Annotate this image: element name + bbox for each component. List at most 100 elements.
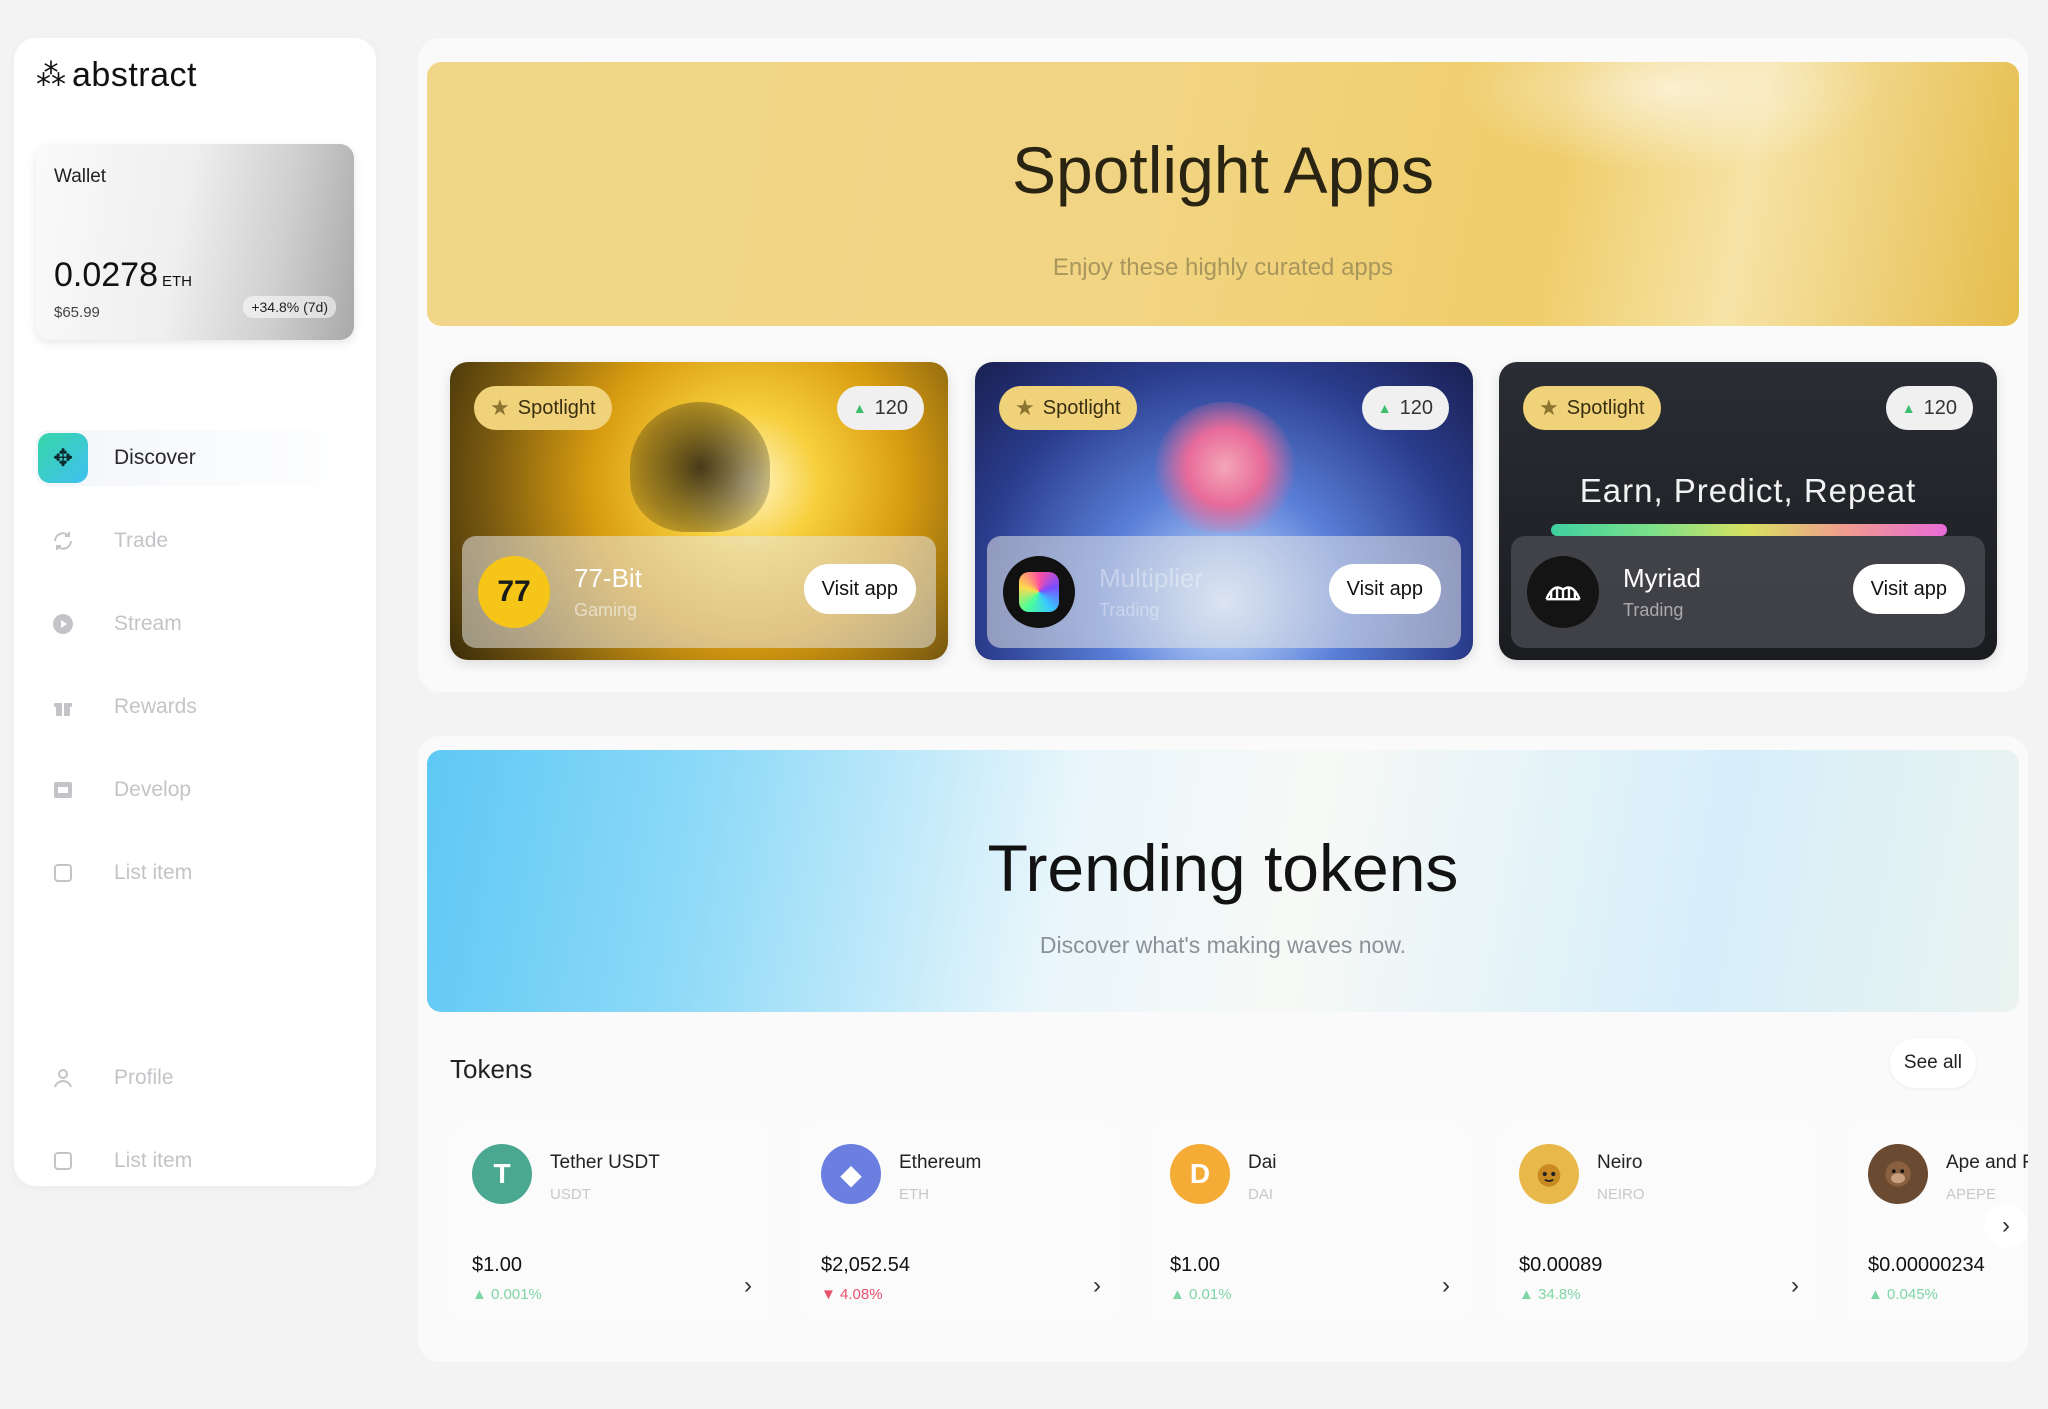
wallet-card[interactable]: Wallet 0.0278 ETH $65.99 +34.8% (7d) — [36, 144, 354, 340]
upvote-icon: ▲ — [1901, 400, 1916, 416]
logo[interactable]: ⁂ abstract — [36, 56, 197, 95]
token-symbol: DAI — [1248, 1186, 1274, 1203]
token-change: ▲ 34.8% — [1519, 1286, 1581, 1303]
star-icon: ★ — [490, 395, 510, 420]
token-name: Neiro — [1597, 1152, 1643, 1173]
wallet-amount: 0.0278 — [54, 256, 158, 294]
abstract-logo-icon: ⁂ — [36, 58, 66, 92]
token-change: ▲ 0.045% — [1868, 1286, 1938, 1303]
app-category: Trading — [1623, 600, 1684, 620]
token-change: ▼ 4.08% — [821, 1286, 883, 1303]
gift-icon — [38, 682, 88, 732]
spotlight-section: Spotlight Apps Enjoy these highly curate… — [418, 38, 2028, 692]
ethereum-icon: ◆ — [821, 1144, 881, 1204]
spotlight-badge: ★ Spotlight — [474, 386, 612, 430]
nav-label-stream: Stream — [114, 612, 182, 635]
app-card-multiplier[interactable]: ★ Spotlight ▲ 120 Multiplier Trading Vis… — [975, 362, 1473, 660]
chevron-right-icon[interactable]: › — [1093, 1272, 1101, 1300]
wallet-change-badge: +34.8% (7d) — [243, 296, 336, 318]
nav-label-list-item-1: List item — [114, 861, 193, 884]
chevron-right-icon[interactable]: › — [1791, 1272, 1799, 1300]
wallet-label: Wallet — [54, 166, 107, 187]
token-card-usdt[interactable]: T Tether USDT USDT $1.00 ▲ 0.001% › — [450, 1122, 772, 1322]
nav-item-trade[interactable]: Trade — [36, 513, 376, 569]
token-price: $0.00089 — [1519, 1254, 1603, 1276]
app-headline: Earn, Predict, Repeat — [1579, 472, 1917, 509]
app-logo-77bit: 77 — [478, 556, 550, 628]
token-price: $2,052.54 — [821, 1254, 910, 1276]
code-window-icon — [38, 765, 88, 815]
wallet-usd-value: $65.99 — [54, 304, 100, 321]
nav-item-develop[interactable]: Develop — [36, 762, 376, 818]
token-name: Dai — [1248, 1152, 1277, 1173]
nav-item-rewards[interactable]: Rewards — [36, 679, 376, 735]
token-card-dai[interactable]: D Dai DAI $1.00 ▲ 0.01% › — [1148, 1122, 1470, 1322]
upvote-badge[interactable]: ▲ 120 — [1361, 386, 1449, 430]
chevron-right-icon[interactable]: › — [744, 1272, 752, 1300]
discover-icon: ✥ — [38, 433, 88, 483]
visit-app-button[interactable]: Visit app — [803, 564, 916, 614]
app-info: Myriad Trading — [1623, 563, 1701, 621]
tokens-heading: Tokens — [450, 1054, 533, 1084]
refresh-icon — [38, 516, 88, 566]
nav-label-trade: Trade — [114, 529, 169, 552]
square-icon — [38, 848, 88, 898]
spotlight-badge-label: Spotlight — [517, 396, 596, 419]
app-category: Gaming — [574, 600, 638, 620]
gradient-bar — [1551, 524, 1947, 536]
trending-subtitle: Discover what's making waves now. — [1039, 932, 1407, 958]
app-logo-multiplier — [1003, 556, 1075, 628]
spotlight-badge-label: Spotlight — [1566, 396, 1645, 419]
token-card-eth[interactable]: ◆ Ethereum ETH $2,052.54 ▼ 4.08% › — [799, 1122, 1121, 1322]
dai-icon: D — [1170, 1144, 1230, 1204]
nav-label-list-item-2: List item — [114, 1149, 193, 1172]
upvote-icon: ▲ — [852, 400, 867, 416]
wallet-balance: 0.0278 ETH — [54, 256, 192, 295]
nav-item-stream[interactable]: Stream — [36, 596, 376, 652]
app-card-footer: 77 77-Bit Gaming Visit app — [462, 536, 936, 648]
token-card-apepe[interactable]: Ape and F APEPE $0.00000234 ▲ 0.045% › — [1846, 1122, 2028, 1322]
token-symbol: NEIRO — [1597, 1186, 1645, 1203]
app-name: Multiplier — [1099, 563, 1204, 593]
see-all-button[interactable]: See all — [1889, 1038, 1976, 1088]
user-icon — [38, 1053, 88, 1103]
token-card-neiro[interactable]: Neiro NEIRO $0.00089 ▲ 34.8% › — [1497, 1122, 1819, 1322]
upvote-count: 120 — [1923, 396, 1957, 419]
token-price: $1.00 — [472, 1254, 523, 1276]
neiro-dog-icon — [1519, 1144, 1579, 1204]
nav-item-list-item-1[interactable]: List item — [36, 845, 376, 901]
nav-item-profile[interactable]: Profile — [36, 1050, 376, 1106]
app-card-77bit[interactable]: ★ Spotlight ▲ 120 77 77-Bit Gaming Visit… — [450, 362, 948, 660]
app-card-footer: Myriad Trading Visit app — [1511, 536, 1985, 648]
upvote-badge[interactable]: ▲ 120 — [1885, 386, 1973, 430]
star-icon: ★ — [1539, 395, 1559, 420]
app-name: Myriad — [1623, 563, 1702, 593]
tether-icon: T — [472, 1144, 532, 1204]
chevron-right-icon[interactable]: › — [1442, 1272, 1450, 1300]
app-logo-myriad — [1527, 556, 1599, 628]
app-artwork — [630, 402, 770, 532]
nav-label-develop: Develop — [114, 778, 192, 801]
visit-app-button[interactable]: Visit app — [1852, 564, 1965, 614]
square-icon — [38, 1136, 88, 1186]
app-card-myriad[interactable]: ★ Spotlight ▲ 120 Earn, Predict, Repeat … — [1499, 362, 1997, 660]
app-info: 77-Bit Gaming — [574, 563, 642, 621]
spotlight-banner: Spotlight Apps Enjoy these highly curate… — [427, 62, 2019, 326]
nav-item-list-item-2[interactable]: List item — [36, 1133, 376, 1189]
nav-label-rewards: Rewards — [114, 695, 197, 718]
logo-text: abstract — [72, 56, 197, 94]
trending-section: Trending tokens Discover what's making w… — [418, 736, 2028, 1362]
trending-title: Trending tokens — [987, 831, 1459, 905]
nav-item-discover[interactable]: ✥ Discover — [36, 430, 376, 486]
visit-app-button[interactable]: Visit app — [1328, 564, 1441, 614]
sidebar: ⁂ abstract Wallet 0.0278 ETH $65.99 +34.8… — [14, 38, 376, 1186]
token-symbol: ETH — [899, 1186, 929, 1203]
app-card-footer: Multiplier Trading Visit app — [987, 536, 1461, 648]
app-info: Multiplier Trading — [1099, 563, 1203, 621]
token-name: Ethereum — [899, 1152, 982, 1173]
trending-banner: Trending tokens Discover what's making w… — [427, 750, 2019, 1012]
ape-icon — [1868, 1144, 1928, 1204]
app-artwork — [1155, 402, 1295, 532]
scroll-next-button[interactable]: › — [1984, 1204, 2028, 1248]
upvote-badge[interactable]: ▲ 120 — [836, 386, 924, 430]
